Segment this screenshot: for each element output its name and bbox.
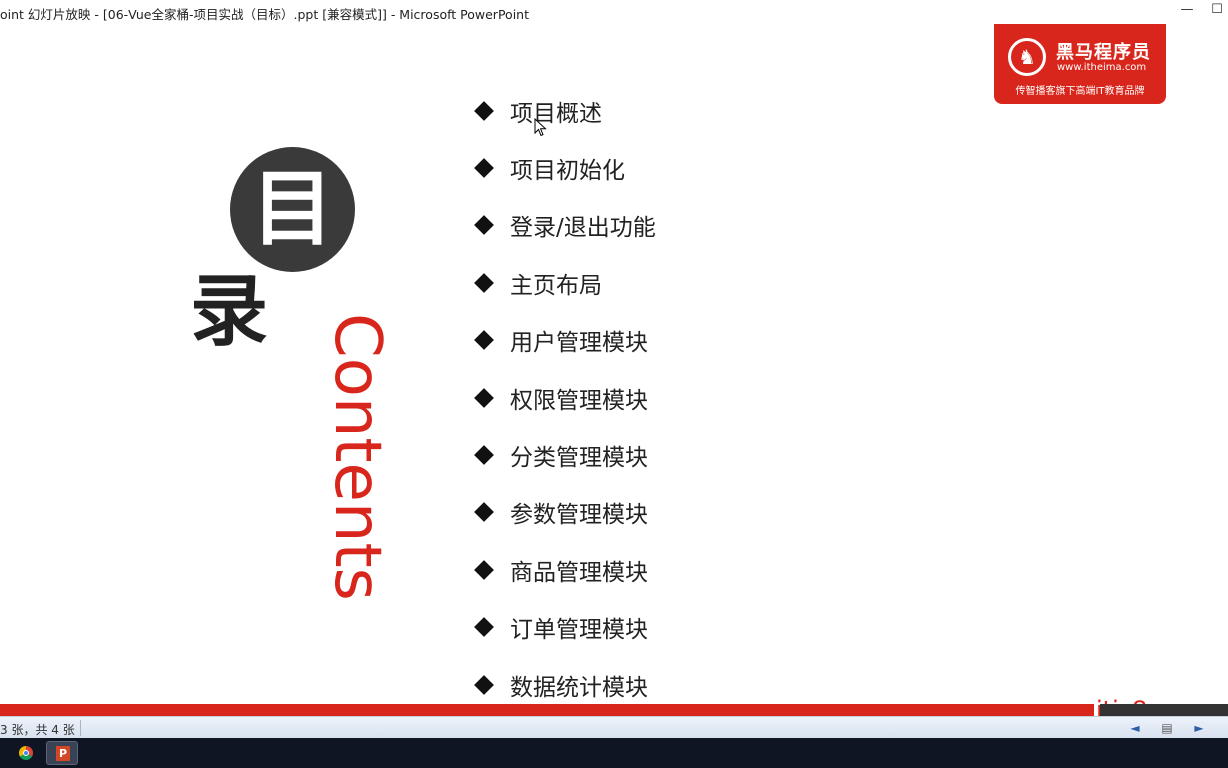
diamond-bullet-icon xyxy=(474,445,494,465)
window-title: oint 幻灯片放映 - [06-Vue全家桶-项目实战（目标）.ppt [兼容… xyxy=(0,7,529,22)
status-bar: 3 张，共 4 张 ◄ ▤ ► xyxy=(0,716,1228,739)
slide-footer-bar xyxy=(0,704,1094,716)
list-item-label: 商品管理模块 xyxy=(510,559,648,586)
horse-logo-icon: ♞ xyxy=(1008,38,1046,76)
list-item-label: 项目概述 xyxy=(510,100,602,127)
mouse-cursor-icon xyxy=(534,118,547,137)
status-divider xyxy=(80,720,81,736)
diamond-bullet-icon xyxy=(474,215,494,236)
list-item-label: 主页布局 xyxy=(510,272,602,299)
list-item: 参数管理模块 xyxy=(474,484,656,541)
list-item-label: 项目初始化 xyxy=(510,158,625,185)
powerpoint-taskbar-icon[interactable]: P xyxy=(46,741,78,765)
list-item: 用户管理模块 xyxy=(474,312,656,369)
title-char-mu: 目 xyxy=(230,147,355,272)
diamond-bullet-icon xyxy=(474,158,494,178)
next-slide-icon[interactable]: ► xyxy=(1189,719,1209,737)
list-item: 项目概述 xyxy=(474,82,656,139)
logo-url: www.itheima.com xyxy=(1057,62,1147,73)
list-item: 订单管理模块 xyxy=(474,599,656,656)
logo-slogan: 传智播客旗下高端IT教育品牌 xyxy=(1015,86,1145,97)
diamond-bullet-icon xyxy=(474,502,494,523)
diamond-bullet-icon xyxy=(474,330,494,351)
minimize-button[interactable]: — xyxy=(1176,0,1198,22)
logo-name: 黑马程序员 xyxy=(1056,42,1151,63)
taskbar: P xyxy=(0,738,1228,768)
powerpoint-icon: P xyxy=(56,746,70,761)
list-item-label: 登录/退出功能 xyxy=(510,215,656,242)
chrome-center-icon xyxy=(23,750,29,756)
brand-logo: ♞ 黑马程序员 www.itheima.com 传智播客旗下高端IT教育品牌 xyxy=(994,24,1166,104)
diamond-bullet-icon xyxy=(474,272,494,293)
list-item-label: 数据统计模块 xyxy=(510,674,648,701)
list-item-label: 分类管理模块 xyxy=(510,445,648,472)
window-titlebar[interactable]: oint 幻灯片放映 - [06-Vue全家桶-项目实战（目标）.ppt [兼容… xyxy=(0,0,1228,24)
list-item: 权限管理模块 xyxy=(474,369,656,426)
diamond-bullet-icon xyxy=(474,100,494,121)
slide-counter: 3 张，共 4 张 xyxy=(0,723,75,737)
list-item: 项目初始化 xyxy=(474,139,656,196)
diamond-bullet-icon xyxy=(474,387,494,408)
contents-list: 项目概述 项目初始化 登录/退出功能 主页布局 用户管理模块 权限管理模块 分类… xyxy=(474,82,656,713)
slide-footer-dark-bar xyxy=(1100,704,1228,716)
list-item-label: 参数管理模块 xyxy=(510,502,648,529)
slide-canvas[interactable]: ♞ 黑马程序员 www.itheima.com 传智播客旗下高端IT教育品牌 目… xyxy=(0,24,1228,724)
maximize-button[interactable]: ☐ xyxy=(1206,0,1228,22)
list-item-label: 用户管理模块 xyxy=(510,330,648,357)
title-char-lu: 录 xyxy=(190,267,269,357)
diamond-bullet-icon xyxy=(474,559,494,580)
list-item-label: 订单管理模块 xyxy=(510,617,648,644)
chrome-taskbar-icon[interactable] xyxy=(10,741,42,765)
list-item: 商品管理模块 xyxy=(474,541,656,598)
list-item: 登录/退出功能 xyxy=(474,197,656,254)
previous-slide-icon[interactable]: ◄ xyxy=(1125,719,1145,737)
list-item-label: 权限管理模块 xyxy=(510,387,648,414)
list-item: 分类管理模块 xyxy=(474,426,656,483)
title-contents: Contents xyxy=(320,313,394,601)
diamond-bullet-icon xyxy=(474,674,494,695)
slide-menu-icon[interactable]: ▤ xyxy=(1157,719,1177,737)
diamond-bullet-icon xyxy=(474,617,494,638)
list-item: 主页布局 xyxy=(474,254,656,311)
